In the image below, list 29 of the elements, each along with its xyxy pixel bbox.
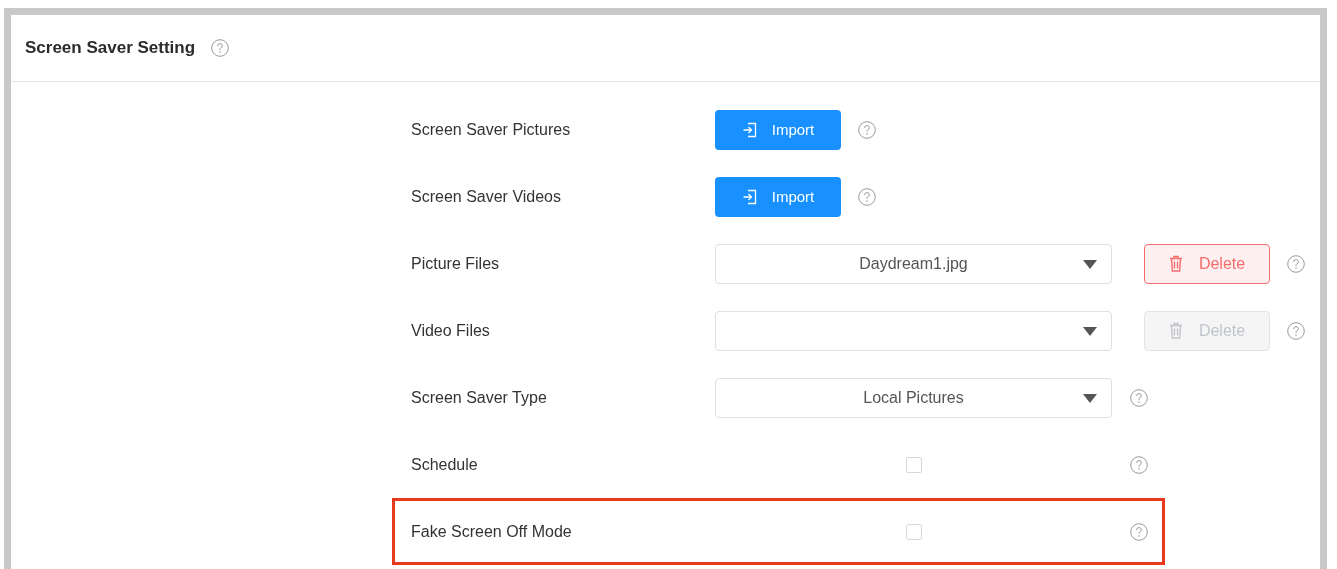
trash-icon — [1168, 255, 1183, 272]
file-select[interactable]: Daydream1.jpg — [715, 243, 1112, 284]
setting-label: Fake Screen Off Mode — [411, 522, 573, 541]
trash-icon — [1168, 322, 1183, 339]
checkbox[interactable] — [905, 456, 922, 473]
help-icon[interactable] — [858, 187, 876, 206]
section-title: Screen Saver Setting — [25, 38, 196, 58]
delete-button[interactable]: Delete — [1144, 243, 1270, 284]
checkbox[interactable] — [905, 523, 922, 540]
help-icon[interactable] — [1130, 455, 1148, 474]
caret-icon — [1083, 326, 1097, 337]
setting-label: Schedule — [411, 455, 479, 474]
help-icon[interactable] — [858, 120, 876, 139]
setting-label: Screen Saver Pictures — [411, 120, 572, 139]
type-select[interactable]: Local Pictures — [715, 377, 1112, 418]
help-icon[interactable] — [1130, 522, 1148, 541]
caret-icon — [1083, 259, 1097, 270]
setting-label: Screen Saver Videos — [411, 187, 562, 206]
import-button[interactable]: Import — [715, 109, 841, 150]
help-icon[interactable] — [211, 39, 230, 57]
help-icon[interactable] — [1130, 388, 1148, 407]
setting-label: Video Files — [411, 321, 491, 340]
import-icon — [741, 121, 758, 138]
setting-label: Picture Files — [411, 254, 501, 273]
import-icon — [741, 188, 758, 205]
import-button[interactable]: Import — [715, 176, 841, 217]
caret-icon — [1083, 393, 1097, 404]
setting-label: Screen Saver Type — [411, 388, 548, 407]
help-icon[interactable] — [1287, 254, 1305, 273]
